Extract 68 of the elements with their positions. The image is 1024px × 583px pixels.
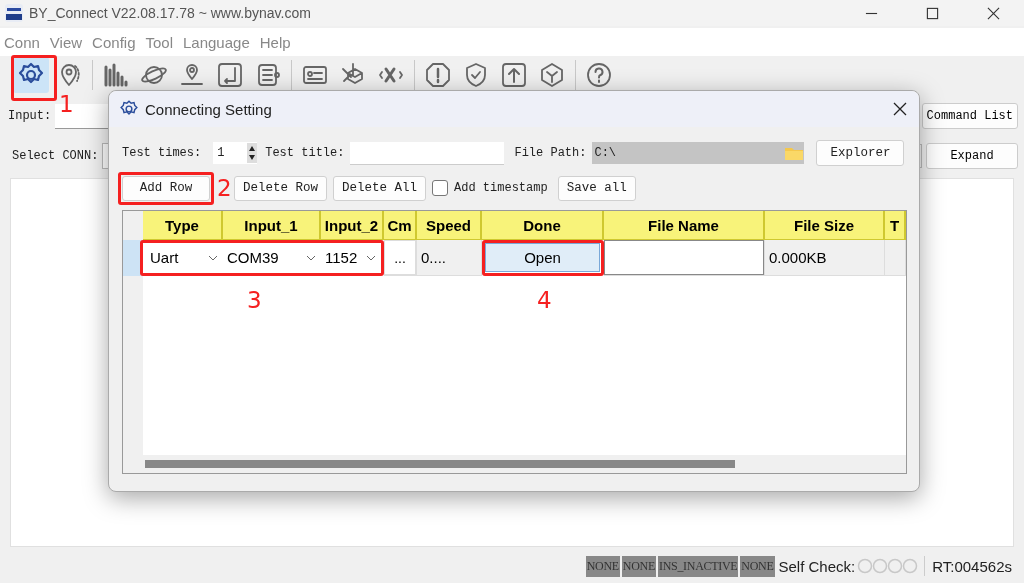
status-tag: INS_INACTIVE <box>657 555 739 577</box>
open-button[interactable]: Open <box>485 243 600 272</box>
table-action-button[interactable]: Delete All <box>333 175 427 201</box>
app-logo-icon <box>4 3 24 23</box>
test-times-label: Test times: <box>122 146 202 160</box>
annotation-number: 4 <box>537 289 552 312</box>
command-button[interactable]: ... <box>384 240 416 275</box>
menu-item[interactable]: Tool <box>145 33 173 51</box>
file-name-field[interactable] <box>604 240 764 275</box>
column-header: T <box>885 211 906 240</box>
expand-button[interactable]: Expand <box>926 142 1018 169</box>
axis-icon <box>216 60 244 90</box>
status-tag: NONE <box>740 555 775 577</box>
timestamp-label: Add timestamp <box>454 181 548 195</box>
menu-item[interactable]: View <box>49 33 83 51</box>
column-header: Cm <box>384 211 417 240</box>
table-action-button[interactable]: Delete Row <box>234 175 327 201</box>
table-action-button[interactable]: Add Row <box>122 175 210 201</box>
table-cell: 0.000KB <box>765 240 884 275</box>
help-icon <box>585 60 613 90</box>
table-cell <box>885 240 905 275</box>
chevron-down-icon <box>366 254 376 261</box>
explorer-button[interactable]: Explorer <box>816 140 905 166</box>
column-header: Done <box>482 211 604 240</box>
cube-icon <box>538 60 566 90</box>
upload-icon <box>500 60 528 90</box>
spin-arrows-icon[interactable] <box>247 143 258 163</box>
input-label: Input: <box>8 109 52 123</box>
row-header[interactable] <box>123 240 143 276</box>
alert-icon <box>424 60 452 90</box>
close-icon[interactable] <box>893 102 907 116</box>
column-header: Speed <box>417 211 482 240</box>
menu-item[interactable]: Help <box>259 33 291 51</box>
column-header: Input_1 <box>223 211 321 240</box>
file-path-label: File Path: <box>514 146 587 160</box>
status-tag: NONE <box>621 555 656 577</box>
table-cell: 0.... <box>417 240 481 275</box>
timestamp-checkbox[interactable] <box>432 180 449 196</box>
header-corner <box>123 211 143 240</box>
test-times-spinbox[interactable]: 1 <box>213 142 258 164</box>
test-title-label: Test title: <box>265 146 345 160</box>
file-path-field[interactable]: C:\ <box>594 146 617 160</box>
maximize-icon[interactable] <box>926 6 939 20</box>
status-tag: NONE <box>585 555 620 577</box>
annotation-number: 2 <box>217 176 232 200</box>
column-header: File Name <box>604 211 765 240</box>
annotation-number: 1 <box>59 93 74 116</box>
annotation-number: 3 <box>247 289 262 312</box>
select-conn-label: Select CONN: <box>12 148 99 163</box>
runtime-label: RT:004562s <box>932 557 1012 575</box>
window-title: BY_Connect V22.08.17.78 ~ www.bynav.com <box>29 5 311 21</box>
menu-item[interactable]: Language <box>183 33 250 51</box>
close-icon[interactable] <box>987 6 1000 20</box>
chevron-down-icon <box>208 254 218 261</box>
self-check-label: Self Check: <box>778 557 856 575</box>
scrollbar-thumb[interactable] <box>145 460 735 468</box>
column-header: Type <box>143 211 223 240</box>
command-list-button[interactable]: Command List <box>921 103 1018 129</box>
column-header: File Size <box>765 211 885 240</box>
column-header: Input_2 <box>321 211 384 240</box>
self-check-indicators-icon <box>857 558 920 574</box>
chevron-down-icon <box>306 254 316 261</box>
save-all-button[interactable]: Save all <box>557 175 636 201</box>
menu-item[interactable]: Config <box>92 33 136 51</box>
dialog-title: Connecting Setting <box>145 100 272 118</box>
test-title-field[interactable] <box>350 141 505 165</box>
annotation-box <box>11 55 57 101</box>
menu-item[interactable]: Conn <box>4 33 40 51</box>
